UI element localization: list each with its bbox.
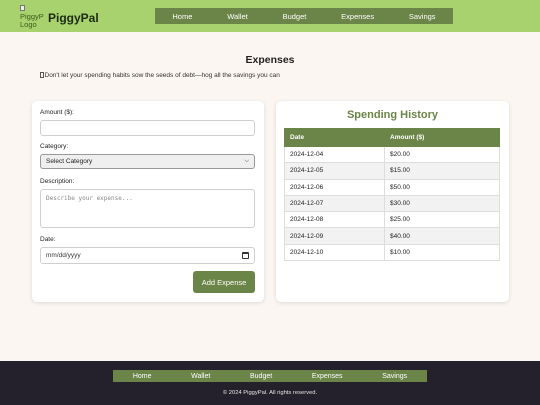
cell-amount: $25.00 bbox=[384, 211, 500, 229]
footer-nav: Home Wallet Budget Expenses Savings bbox=[113, 370, 427, 382]
logo-alt-text: PiggyPal Logo bbox=[20, 12, 44, 29]
nav-wallet[interactable]: Wallet bbox=[227, 12, 248, 21]
footer-nav-savings[interactable]: Savings bbox=[382, 373, 407, 380]
cell-amount: $10.00 bbox=[384, 243, 500, 262]
amount-label: Amount ($): bbox=[40, 109, 74, 116]
footer-nav-home[interactable]: Home bbox=[133, 373, 152, 380]
cell-date: 2024-12-04 bbox=[284, 145, 385, 164]
cell-amount: $40.00 bbox=[384, 227, 500, 245]
table-row: 2024-12-06 $50.00 bbox=[284, 178, 500, 196]
cell-amount: $50.00 bbox=[384, 178, 500, 196]
missing-glyph-icon bbox=[40, 72, 44, 78]
tagline: Don't let your spending habits sow the s… bbox=[40, 72, 280, 79]
table-row: 2024-12-07 $30.00 bbox=[284, 194, 500, 213]
broken-image-icon bbox=[20, 5, 25, 11]
nav-expenses[interactable]: Expenses bbox=[341, 12, 374, 21]
table-header-row: Date Amount ($) bbox=[284, 128, 500, 147]
logo-image: PiggyPal Logo bbox=[20, 5, 44, 29]
history-title: Spending History bbox=[346, 109, 439, 121]
logo-link[interactable]: PiggyPal Logo PiggyPal bbox=[20, 5, 99, 29]
table-row: 2024-12-10 $10.00 bbox=[284, 243, 500, 262]
site-header: PiggyPal Logo PiggyPal Home Wallet Budge… bbox=[0, 0, 540, 32]
copyright-text: © 2024 PiggyPal. All rights reserved. bbox=[222, 390, 318, 396]
add-expense-button[interactable]: Add Expense bbox=[193, 271, 255, 293]
description-textarea[interactable]: Describe your expense... bbox=[40, 189, 255, 228]
table-row: 2024-12-05 $15.00 bbox=[284, 162, 500, 180]
brand-name: PiggyPal bbox=[48, 11, 99, 25]
spending-history-card: Spending History Date Amount ($) 2024-12… bbox=[276, 101, 509, 302]
site-footer: Home Wallet Budget Expenses Savings © 20… bbox=[0, 361, 540, 405]
spending-history-table: Date Amount ($) 2024-12-04 $20.00 2024-1… bbox=[284, 128, 500, 262]
date-placeholder: mm/dd/yyyy bbox=[46, 252, 81, 259]
cell-date: 2024-12-07 bbox=[284, 194, 385, 213]
cell-date: 2024-12-10 bbox=[284, 243, 385, 262]
page-title: Expenses bbox=[245, 54, 295, 66]
cell-amount: $20.00 bbox=[384, 145, 500, 164]
table-row: 2024-12-04 $20.00 bbox=[284, 145, 500, 164]
cell-amount: $15.00 bbox=[384, 162, 500, 180]
nav-savings[interactable]: Savings bbox=[409, 12, 436, 21]
nav-home[interactable]: Home bbox=[172, 12, 192, 21]
cell-date: 2024-12-09 bbox=[284, 227, 385, 245]
footer-nav-wallet[interactable]: Wallet bbox=[191, 373, 210, 380]
main-nav: Home Wallet Budget Expenses Savings bbox=[155, 8, 453, 24]
footer-nav-expenses[interactable]: Expenses bbox=[312, 373, 343, 380]
category-label: Category: bbox=[40, 143, 69, 150]
table-row: 2024-12-09 $40.00 bbox=[284, 227, 500, 245]
description-label: Description: bbox=[40, 178, 75, 185]
cell-date: 2024-12-08 bbox=[284, 211, 385, 229]
table-row: 2024-12-08 $25.00 bbox=[284, 211, 500, 229]
footer-nav-budget[interactable]: Budget bbox=[250, 373, 272, 380]
category-selected-value: Select Category bbox=[46, 158, 93, 165]
date-label: Date: bbox=[40, 236, 56, 243]
date-input[interactable]: mm/dd/yyyy bbox=[40, 247, 255, 264]
chevron-down-icon: ⌵ bbox=[244, 158, 249, 164]
tagline-text: Don't let your spending habits sow the s… bbox=[44, 72, 280, 79]
cell-date: 2024-12-06 bbox=[284, 178, 385, 196]
cell-date: 2024-12-05 bbox=[284, 162, 385, 180]
column-header-amount: Amount ($) bbox=[384, 128, 500, 147]
category-select[interactable]: Select Category ⌵ bbox=[40, 154, 255, 169]
calendar-icon[interactable] bbox=[242, 252, 249, 259]
amount-input[interactable] bbox=[40, 120, 255, 136]
nav-budget[interactable]: Budget bbox=[283, 12, 307, 21]
column-header-date: Date bbox=[284, 128, 385, 147]
expense-form-card: Amount ($): Category: Select Category ⌵ … bbox=[32, 101, 264, 302]
cell-amount: $30.00 bbox=[384, 194, 500, 213]
